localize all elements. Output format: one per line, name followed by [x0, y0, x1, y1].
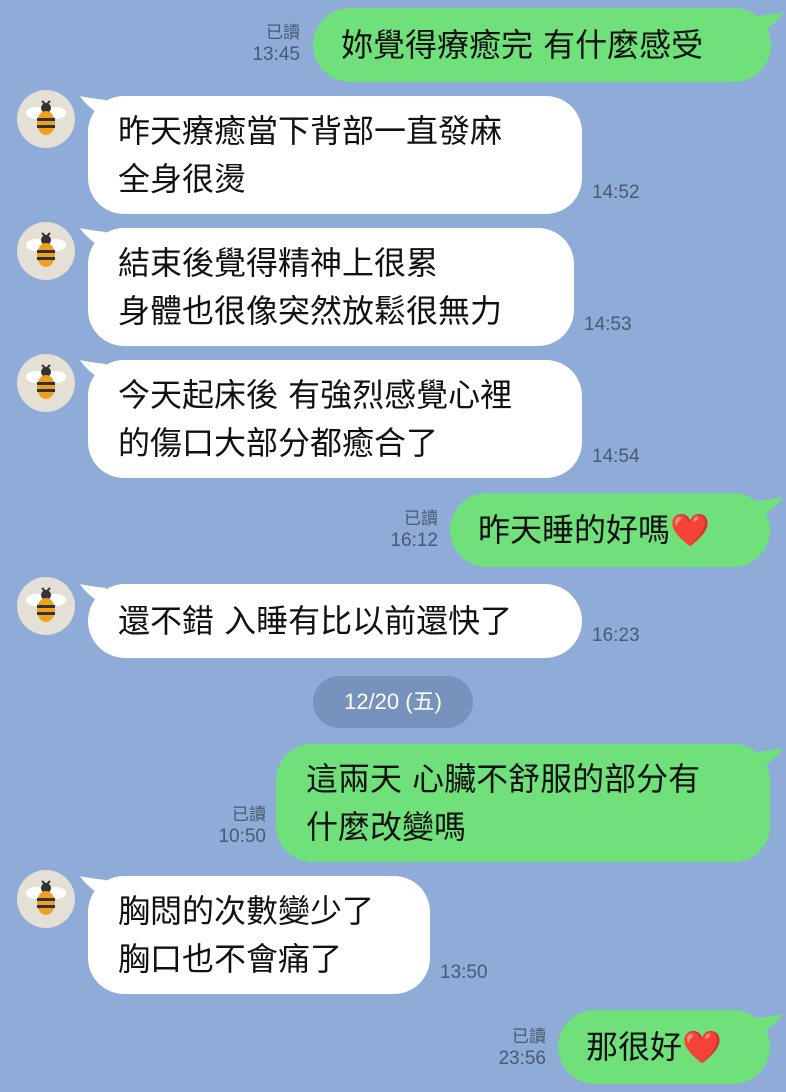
- message-meta: 14:53: [584, 314, 632, 336]
- bee-avatar-icon[interactable]: [17, 354, 75, 412]
- message-bubble[interactable]: 今天起床後 有強烈感覺心裡 的傷口大部分都癒合了: [88, 360, 582, 478]
- message-bubble[interactable]: 這兩天 心臟不舒服的部分有 什麼改變嗎: [276, 744, 770, 862]
- message-meta: 已讀 10:50: [204, 804, 266, 848]
- message-meta: 14:52: [592, 182, 640, 204]
- date-separator: 12/20 (五): [313, 676, 473, 728]
- bee-avatar-icon[interactable]: [17, 577, 75, 635]
- message-meta: 已讀 13:45: [238, 22, 300, 66]
- message-bubble[interactable]: 妳覺得療癒完 有什麼感受: [313, 8, 771, 82]
- message-time: 14:54: [592, 446, 640, 467]
- message-time: 23:56: [498, 1048, 546, 1069]
- message-meta: 14:54: [592, 446, 640, 468]
- message-time: 14:52: [592, 182, 640, 203]
- bubble-tail: [757, 748, 783, 768]
- bee-avatar-icon[interactable]: [17, 870, 75, 928]
- read-receipt: 已讀: [232, 805, 266, 824]
- message-meta: 已讀 16:12: [376, 508, 438, 552]
- read-receipt: 已讀: [512, 1027, 546, 1046]
- bubble-tail: [758, 12, 784, 32]
- message-bubble[interactable]: 還不錯 入睡有比以前還快了: [88, 584, 582, 658]
- message-bubble[interactable]: 結束後覺得精神上很累 身體也很像突然放鬆很無力: [88, 228, 574, 346]
- bubble-tail: [757, 1014, 783, 1034]
- bubble-tail: [757, 497, 783, 517]
- message-time: 13:50: [440, 962, 488, 983]
- read-receipt: 已讀: [404, 509, 438, 528]
- bee-avatar-icon[interactable]: [17, 90, 75, 148]
- message-time: 10:50: [218, 826, 266, 847]
- message-time: 16:12: [390, 530, 438, 551]
- message-meta: 已讀 23:56: [484, 1026, 546, 1070]
- message-bubble[interactable]: 胸悶的次數變少了 胸口也不會痛了: [88, 876, 430, 994]
- bee-avatar-icon[interactable]: [17, 222, 75, 280]
- message-meta: 13:50: [440, 962, 488, 984]
- message-bubble[interactable]: 那很好❤️: [558, 1010, 770, 1084]
- message-time: 14:53: [584, 314, 632, 335]
- message-bubble[interactable]: 昨天療癒當下背部一直發麻 全身很燙: [88, 96, 582, 214]
- message-time: 16:23: [592, 625, 640, 646]
- message-bubble[interactable]: 昨天睡的好嗎❤️: [450, 493, 770, 567]
- message-meta: 16:23: [592, 625, 640, 647]
- message-time: 13:45: [252, 44, 300, 65]
- read-receipt: 已讀: [266, 23, 300, 42]
